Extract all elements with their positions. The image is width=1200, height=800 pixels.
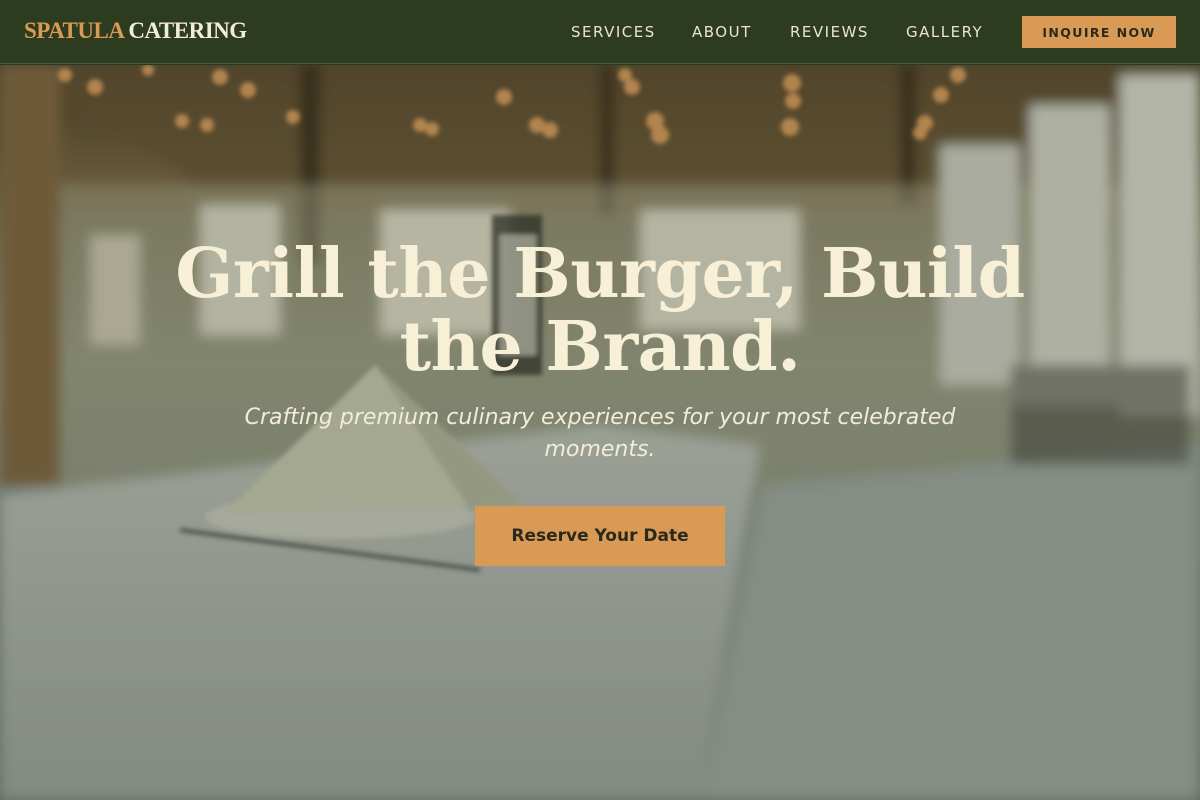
hero-section: Grill the Burger, Build the Brand. Craft… xyxy=(0,65,1200,800)
site-header: SPATULA CATERING SERVICES ABOUT REVIEWS … xyxy=(0,0,1200,64)
inquire-now-button[interactable]: INQUIRE NOW xyxy=(1022,16,1176,48)
brand-logo[interactable]: SPATULA CATERING xyxy=(24,18,247,44)
logo-word-spatula: SPATULA xyxy=(24,18,124,43)
reserve-your-date-button[interactable]: Reserve Your Date xyxy=(475,506,725,566)
logo-word-catering: CATERING xyxy=(128,18,247,43)
nav-link-about[interactable]: ABOUT xyxy=(692,23,752,41)
nav-link-gallery[interactable]: GALLERY xyxy=(906,23,983,41)
nav-link-reviews[interactable]: REVIEWS xyxy=(790,23,869,41)
hero-subtitle: Crafting premium culinary experiences fo… xyxy=(244,405,956,462)
nav-link-services[interactable]: SERVICES xyxy=(571,23,656,41)
hero-title: Grill the Burger, Build the Brand. xyxy=(175,234,1025,387)
